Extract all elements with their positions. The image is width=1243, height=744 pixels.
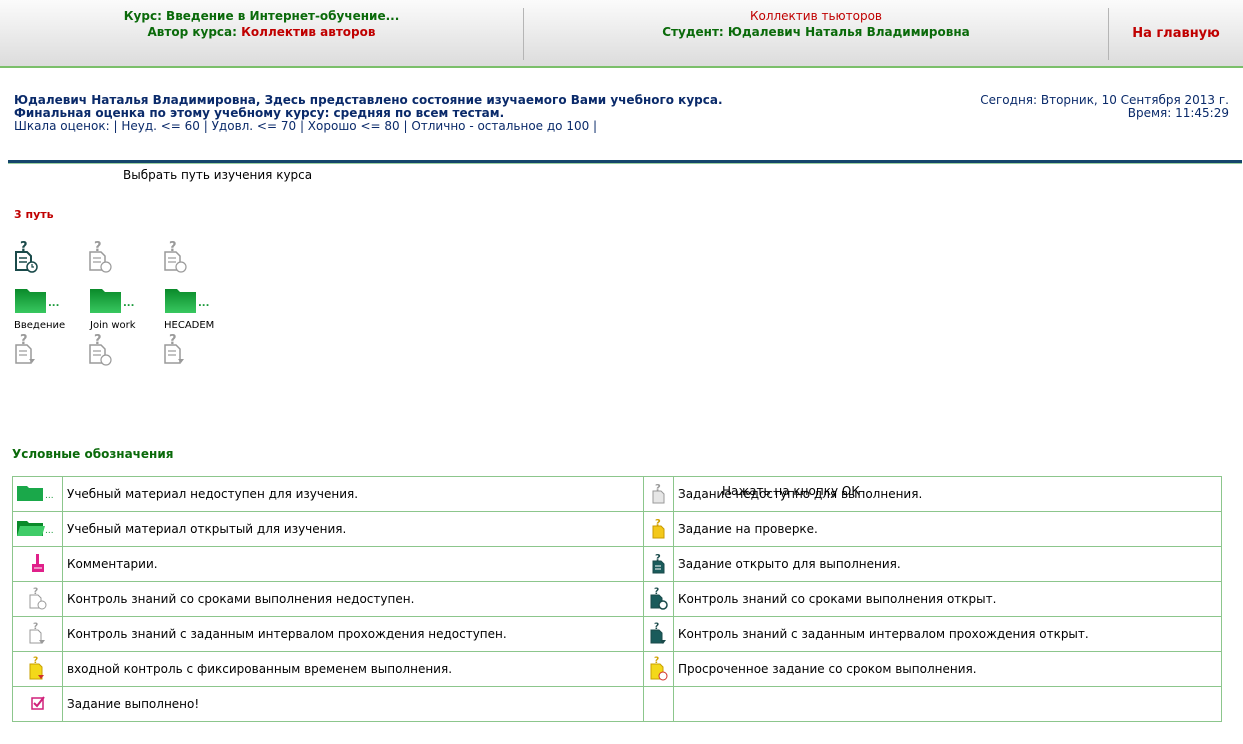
folder-closed-icon[interactable]: ...: [164, 286, 210, 314]
legend-icon-cell: ...: [12, 476, 63, 512]
folder-label[interactable]: HECADEM: [164, 320, 214, 331]
legend-text: Учебный материал открытый для изучения.: [62, 511, 644, 547]
table-row: ? Контроль знаний с заданным интервалом …: [12, 616, 1222, 652]
ok-hint-overlay: Нажать на кнопку ОК: [722, 484, 860, 498]
legend-text: Задание открыто для выполнения.: [673, 546, 1222, 582]
test-deadline-unavailable-icon: ?: [89, 333, 112, 366]
test-interval-open-icon: ?: [650, 622, 666, 644]
author-prefix: Автор курса:: [147, 25, 242, 39]
current-time: Время: 11:45:29: [1127, 106, 1229, 120]
student-info: Коллектив тьюторов Студент: Юдалевич Нат…: [524, 8, 1108, 40]
legend-icon-cell: ?: [12, 616, 63, 652]
author-name: Коллектив авторов: [241, 25, 376, 39]
tutor-label: Коллектив тьюторов: [749, 9, 883, 23]
legend-text: Контроль знаний с заданным интервалом пр…: [62, 616, 644, 652]
checkbox-done-icon: [30, 695, 45, 710]
test-interval-unavailable-icon: ?: [15, 333, 35, 364]
legend-icon-cell: ...: [12, 511, 63, 547]
legend-text: Задание выполнено!: [62, 686, 644, 722]
header-bar: Курс: Введение в Интернет-обучение... Ав…: [0, 0, 1243, 68]
test-interval-unavailable-icon: ?: [164, 333, 184, 364]
task-unavailable-icon: ?: [652, 483, 664, 503]
table-row: Комментарии. ? Задание открыто для выпол…: [12, 546, 1222, 582]
legend-text: Комментарии.: [62, 546, 644, 582]
legend-icon-cell: ?: [643, 581, 674, 617]
task-open-icon: ?: [652, 553, 664, 573]
legend-text: [673, 686, 1222, 722]
legend-icon-cell: [643, 686, 674, 722]
legend-text: входной контроль с фиксированным времене…: [62, 651, 644, 687]
divider: [8, 163, 1242, 164]
legend-icon-cell: ?: [12, 581, 63, 617]
test-deadline-unavailable-icon: ?: [164, 240, 187, 273]
folder-label[interactable]: Join work: [90, 320, 136, 331]
legend-icon-cell: ?: [12, 651, 63, 687]
svg-text:...: ...: [198, 298, 209, 309]
test-deadline-open-icon[interactable]: ?: [14, 240, 38, 274]
grade-scale-text: Шкала оценок: | Неуд. <= 60 | Удовл. <= …: [14, 119, 598, 133]
test-deadline-unavailable-icon: ?: [29, 587, 46, 609]
course-prefix: Курс:: [123, 9, 167, 23]
folder-closed-icon[interactable]: ...: [89, 286, 135, 314]
course-info: Курс: Введение в Интернет-обучение... Ав…: [0, 8, 523, 40]
home-link[interactable]: На главную: [1109, 26, 1243, 42]
course-title: Введение в Интернет-обучение...: [166, 9, 400, 23]
legend-icon-cell: ?: [643, 616, 674, 652]
legend-icon-cell: ?: [643, 511, 674, 547]
test-deadline-unavailable-icon: ?: [89, 240, 112, 273]
legend-text: Контроль знаний со сроками выполнения не…: [62, 581, 644, 617]
table-row: ... Учебный материал открытый для изучен…: [12, 511, 1222, 547]
legend-text: Контроль знаний с заданным интервалом пр…: [673, 616, 1222, 652]
legend-icon-cell: ?: [643, 546, 674, 582]
svg-text:...: ...: [45, 526, 54, 536]
legend-text: Учебный материал недоступен для изучения…: [62, 476, 644, 512]
path-title: 3 путь: [14, 208, 54, 221]
svg-text:...: ...: [123, 298, 134, 309]
legend-icon-cell: ?: [643, 651, 674, 687]
legend-icon-cell: [12, 686, 63, 722]
table-row: ? входной контроль с фиксированным време…: [12, 651, 1222, 687]
table-row: ... Учебный материал недоступен для изуч…: [12, 476, 1222, 512]
comment-icon: [31, 553, 44, 572]
legend-text: Контроль знаний со сроками выполнения от…: [673, 581, 1222, 617]
folder-closed-icon[interactable]: ...: [14, 286, 60, 314]
table-row: Задание выполнено!: [12, 686, 1222, 722]
choose-path-link[interactable]: Выбрать путь изучения курса: [123, 168, 312, 182]
legend-table: ... Учебный материал недоступен для изуч…: [12, 476, 1222, 722]
folder-open-icon: ...: [16, 520, 54, 536]
overdue-task-icon: ?: [650, 656, 667, 680]
legend-icon-cell: ?: [643, 476, 674, 512]
task-review-icon: ?: [652, 518, 664, 538]
entry-test-icon: ?: [29, 656, 44, 679]
legend-title: Условные обозначения: [12, 447, 174, 461]
folder-closed-icon: ...: [16, 485, 54, 501]
legend-text: Задание на проверке.: [673, 511, 1222, 547]
table-row: ? Контроль знаний со сроками выполнения …: [12, 581, 1222, 617]
svg-text:...: ...: [45, 491, 54, 501]
student-name: Юдалевич Наталья Владимировна: [727, 25, 970, 39]
folder-label[interactable]: Введение: [14, 320, 65, 331]
legend-text: Просроченное задание со сроком выполнени…: [673, 651, 1222, 687]
student-prefix: Студент:: [662, 25, 728, 39]
test-interval-unavailable-icon: ?: [29, 622, 45, 644]
legend-icon-cell: [12, 546, 63, 582]
test-deadline-open-icon: ?: [650, 587, 668, 610]
svg-text:...: ...: [48, 298, 59, 309]
